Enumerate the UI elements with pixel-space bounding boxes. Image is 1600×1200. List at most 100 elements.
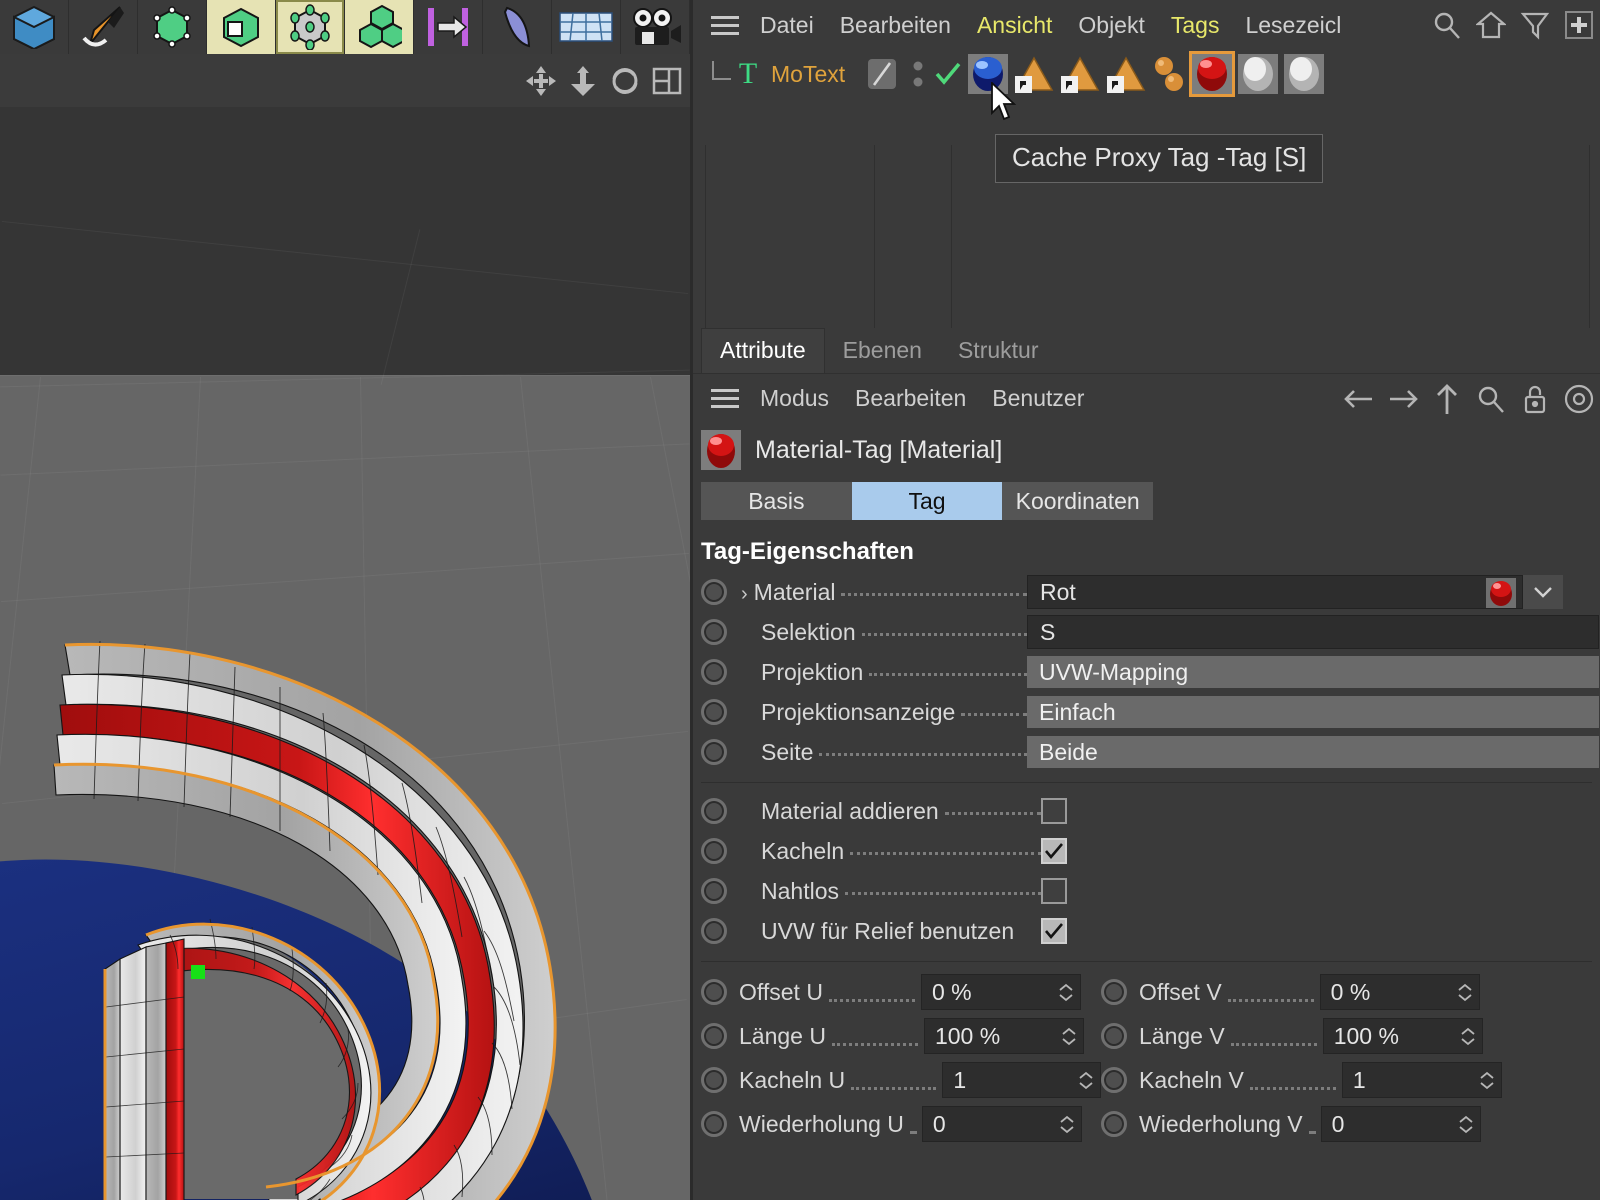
- tool-live-selection[interactable]: [0, 0, 69, 54]
- keyframe-dot-icon[interactable]: [1101, 1067, 1127, 1093]
- object-name[interactable]: MoText: [771, 61, 845, 88]
- add-icon[interactable]: [1562, 8, 1596, 42]
- tool-make-editable[interactable]: [138, 0, 207, 54]
- chevron-down-icon[interactable]: [1523, 575, 1563, 609]
- tag-material-red[interactable]: [1189, 51, 1235, 97]
- move-view-icon[interactable]: [524, 64, 558, 98]
- two-dots-icon[interactable]: [905, 51, 931, 97]
- menu-datei[interactable]: Datei: [747, 12, 827, 39]
- rotate-view-icon[interactable]: [608, 64, 642, 98]
- tag-material-white-2[interactable]: [1281, 51, 1327, 97]
- tool-grid-floor[interactable]: [552, 0, 621, 54]
- subtab-tag[interactable]: Tag: [851, 482, 1003, 520]
- filter-icon[interactable]: [1518, 8, 1552, 42]
- tag-cache-proxy-2[interactable]: [1057, 51, 1103, 97]
- subtab-koordinaten[interactable]: Koordinaten: [1002, 482, 1154, 520]
- target-icon[interactable]: [1562, 382, 1596, 416]
- tool-move-between[interactable]: [414, 0, 483, 54]
- object-row[interactable]: T MoText: [693, 50, 1600, 98]
- chevron-right-icon[interactable]: ›: [741, 583, 748, 606]
- menu-objekt[interactable]: Objekt: [1065, 12, 1157, 39]
- tag-cache-proxy-3[interactable]: [1103, 51, 1149, 97]
- keyframe-dot-icon[interactable]: [701, 579, 727, 605]
- property-row-projektion[interactable]: Projektion UVW-Mapping: [693, 652, 1600, 692]
- stepper-icon[interactable]: [1078, 1071, 1094, 1090]
- 3d-text-object[interactable]: [0, 587, 690, 1200]
- tag-mograph-selection[interactable]: [1149, 51, 1189, 97]
- tool-point-mode[interactable]: [276, 0, 345, 54]
- hamburger-menu-icon[interactable]: [703, 0, 747, 50]
- tag-material-white-1[interactable]: [1235, 51, 1281, 97]
- tool-object-axis[interactable]: [345, 0, 414, 54]
- tab-ebenen[interactable]: Ebenen: [825, 329, 940, 373]
- checkbox-uvw-relief[interactable]: [1041, 918, 1067, 944]
- checkbox-row-nahtlos[interactable]: Nahtlos: [693, 871, 1600, 911]
- property-row-seite[interactable]: Seite Beide: [693, 732, 1600, 772]
- wiederholung-v-input[interactable]: 0: [1320, 1106, 1481, 1142]
- keyframe-dot-icon[interactable]: [701, 878, 727, 904]
- stepper-icon[interactable]: [1059, 1115, 1075, 1134]
- tab-struktur[interactable]: Struktur: [940, 329, 1057, 373]
- object-manager[interactable]: T MoText: [693, 50, 1600, 367]
- keyframe-dot-icon[interactable]: [701, 1067, 727, 1093]
- checkbox-material-addieren[interactable]: [1041, 798, 1067, 824]
- kacheln-v-input[interactable]: 1: [1341, 1062, 1502, 1098]
- material-value-field[interactable]: Rot: [1027, 575, 1523, 609]
- keyframe-dot-icon[interactable]: [701, 1023, 727, 1049]
- checkbox-nahtlos[interactable]: [1041, 878, 1067, 904]
- stepper-icon[interactable]: [1061, 1027, 1077, 1046]
- kacheln-u-input[interactable]: 1: [942, 1062, 1101, 1098]
- offset-v-input[interactable]: 0 %: [1319, 974, 1480, 1010]
- offset-u-input[interactable]: 0 %: [920, 974, 1081, 1010]
- keyframe-dot-icon[interactable]: [1101, 979, 1127, 1005]
- keyframe-dot-icon[interactable]: [1101, 1111, 1127, 1137]
- green-check-icon[interactable]: [931, 51, 965, 97]
- menu-tags[interactable]: Tags: [1158, 12, 1233, 39]
- forward-arrow-icon[interactable]: [1386, 382, 1420, 416]
- keyframe-dot-icon[interactable]: [1101, 1023, 1127, 1049]
- keyframe-dot-icon[interactable]: [701, 838, 727, 864]
- property-row-selektion[interactable]: Selektion S: [693, 612, 1600, 652]
- stepper-icon[interactable]: [1058, 983, 1074, 1002]
- back-arrow-icon[interactable]: [1342, 382, 1376, 416]
- stepper-icon[interactable]: [1458, 1115, 1474, 1134]
- dolly-view-icon[interactable]: [566, 64, 600, 98]
- stepper-icon[interactable]: [1460, 1027, 1476, 1046]
- menu-lesezeichen[interactable]: Lesezeicl: [1232, 12, 1354, 39]
- stepper-icon[interactable]: [1457, 983, 1473, 1002]
- checkbox-row-material-addieren[interactable]: Material addieren: [693, 791, 1600, 831]
- property-row-projektionsanzeige[interactable]: Projektionsanzeige Einfach: [693, 692, 1600, 732]
- menu-benutzer[interactable]: Benutzer: [979, 385, 1097, 412]
- keyframe-dot-icon[interactable]: [701, 739, 727, 765]
- hamburger-menu-icon[interactable]: [703, 373, 747, 423]
- keyframe-dot-icon[interactable]: [701, 1111, 727, 1137]
- diagonal-slash-icon[interactable]: [859, 51, 905, 97]
- selektion-value-field[interactable]: S: [1027, 615, 1599, 649]
- tool-camera[interactable]: [621, 0, 690, 54]
- keyframe-dot-icon[interactable]: [701, 619, 727, 645]
- up-arrow-icon[interactable]: [1430, 382, 1464, 416]
- property-row-material[interactable]: › Material Rot: [693, 572, 1600, 612]
- keyframe-dot-icon[interactable]: [701, 979, 727, 1005]
- tab-attribute[interactable]: Attribute: [701, 328, 825, 373]
- checkbox-row-uvw-relief[interactable]: UVW für Relief benutzen: [693, 911, 1600, 951]
- checkbox-kacheln[interactable]: [1041, 838, 1067, 864]
- home-icon[interactable]: [1474, 8, 1508, 42]
- search-icon[interactable]: [1430, 8, 1464, 42]
- search-icon[interactable]: [1474, 382, 1508, 416]
- seite-value-field[interactable]: Beide: [1027, 736, 1599, 768]
- wiederholung-u-input[interactable]: 0: [921, 1106, 1082, 1142]
- layout-view-icon[interactable]: [650, 64, 684, 98]
- laenge-v-input[interactable]: 100 %: [1322, 1018, 1483, 1054]
- laenge-u-input[interactable]: 100 %: [923, 1018, 1084, 1054]
- menu-bearbeiten[interactable]: Bearbeiten: [827, 12, 964, 39]
- menu-bearbeiten[interactable]: Bearbeiten: [842, 385, 979, 412]
- keyframe-dot-icon[interactable]: [701, 659, 727, 685]
- stepper-icon[interactable]: [1479, 1071, 1495, 1090]
- 3d-viewport[interactable]: [0, 107, 690, 1200]
- subtab-basis[interactable]: Basis: [701, 482, 852, 520]
- lock-icon[interactable]: [1518, 382, 1552, 416]
- keyframe-dot-icon[interactable]: [701, 798, 727, 824]
- tool-model-mode[interactable]: [207, 0, 276, 54]
- menu-modus[interactable]: Modus: [747, 385, 842, 412]
